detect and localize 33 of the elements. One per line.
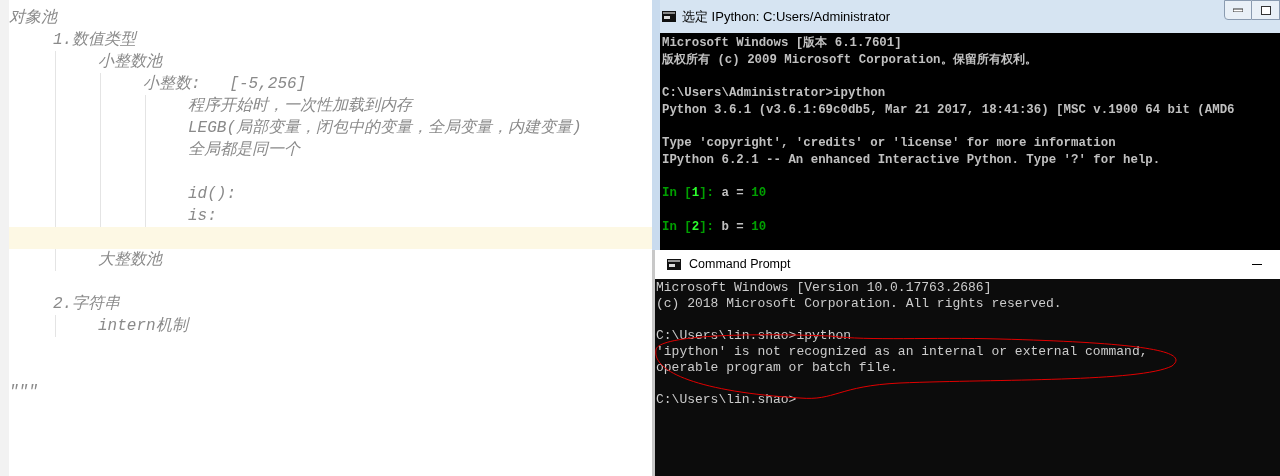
console-line: C:\Users\lin.shao> <box>656 392 797 408</box>
maximize-icon <box>1260 5 1271 15</box>
code-line: 大整数池 <box>98 250 162 271</box>
console-icon <box>667 259 681 270</box>
console-line: C:\Users\Administrator>ipython <box>662 85 886 102</box>
console-line: Type 'copyright', 'credits' or 'license' for more information <box>662 135 1116 152</box>
code-line: is: <box>188 206 217 227</box>
code-line: 全局都是同一个 <box>188 140 300 161</box>
console-line: (c) 2018 Microsoft Corporation. All rights reserved. <box>656 296 1062 312</box>
code-line: LEGB(局部变量，闭包中的变量，全局变量，内建变量) <box>188 117 582 139</box>
maximize-button[interactable] <box>1252 0 1280 20</box>
code-line: 小整数池 <box>98 52 162 73</box>
code-line: 1.数值类型 <box>53 30 137 51</box>
console-line: IPython 6.2.1 -- An enhanced Interactive Python. Type '?' for help. <box>662 151 1161 169</box>
console-line: 'ipython' is not recognized as an internal or external command, <box>656 344 1148 360</box>
code-line: intern机制 <box>98 316 188 337</box>
code-line: 小整数: [-5,256] <box>143 74 307 95</box>
console-line: Microsoft Windows [版本 6.1.7601] <box>662 35 902 52</box>
console-line: In [2]: b = 10 <box>662 218 767 236</box>
code-line: """ <box>9 382 38 403</box>
code-line: 对象池 <box>9 8 57 29</box>
code-line: id(): <box>188 184 236 205</box>
console-icon <box>662 11 676 22</box>
code-line: 2.字符串 <box>53 293 121 315</box>
window-title: Command Prompt <box>689 256 791 274</box>
console-line: Microsoft Windows [Version 10.0.17763.2686] <box>656 280 992 296</box>
console-line: Python 3.6.1 (v3.6.1:69c0db5, Mar 21 2017, 18:41:36) [MSC v.1900 64 bit (AMD6 <box>662 101 1235 119</box>
minimize-icon <box>1233 8 1243 12</box>
console-line: In [1]: a = 10 <box>662 185 767 202</box>
minimize-icon <box>1252 264 1262 265</box>
console-line: 版权所有 (c) 2009 Microsoft Corporation。保留所有权利。 <box>662 51 1037 69</box>
code-line: 程序开始时，一次性加载到内存 <box>188 95 412 117</box>
window-title: 选定 IPython: C:Users/Administrator <box>682 7 891 26</box>
